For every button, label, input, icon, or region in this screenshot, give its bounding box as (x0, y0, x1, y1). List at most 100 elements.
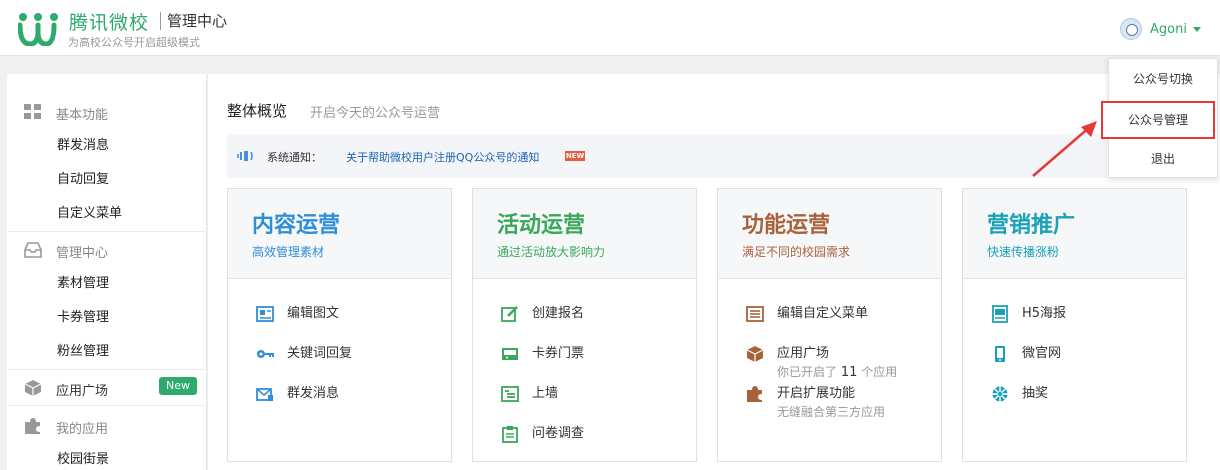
card-title: 营销推广 (987, 213, 1076, 238)
keyword-reply-link[interactable]: 关键词回复 (256, 345, 352, 363)
user-dropdown: 公众号切换 公众号管理 退出 (1101, 58, 1218, 179)
sidebar-section-label: 管理中心 (56, 246, 109, 261)
sidebar-item-materials[interactable]: 素材管理 (57, 267, 109, 301)
ticket-link[interactable]: 卡券门票 (501, 345, 584, 363)
annotation-arrow-icon (1032, 121, 1097, 177)
item-note: 你已开启了 11 个应用 (777, 363, 897, 382)
card-title: 功能运营 (742, 213, 831, 238)
item-label: 上墙 (532, 386, 559, 401)
user-name: Agoni (1150, 21, 1187, 37)
item-label: 编辑自定义菜单 (777, 306, 869, 321)
edit-custom-menu-link[interactable]: 编辑自定义菜单 (746, 305, 868, 323)
sidebar-section-basic[interactable]: 基本功能 (7, 95, 207, 129)
clipboard-icon (502, 426, 518, 443)
puzzle-icon (25, 418, 40, 434)
card-title: 内容运营 (252, 213, 341, 238)
card-marketing: 营销推广 快速传播涨粉 H5海报 微官网 抽奖 (962, 188, 1187, 462)
card-header: 活动运营 通过活动放大影响力 (473, 189, 696, 279)
card-title: 活动运营 (497, 213, 586, 238)
card-header: 功能运营 满足不同的校园需求 (718, 189, 941, 279)
app-plaza-link[interactable]: 应用广场 你已开启了 11 个应用 (746, 345, 897, 382)
brand-name: 腾讯微校 (69, 12, 150, 34)
sidebar-section-manage[interactable]: 管理中心 (7, 233, 207, 267)
divider (7, 405, 207, 406)
item-label: 开启扩展功能 (777, 386, 856, 401)
survey-link[interactable]: 问卷调查 (501, 425, 584, 443)
caret-down-icon (1192, 26, 1201, 32)
key-icon (257, 350, 274, 358)
cube-icon (24, 380, 42, 396)
sidebar-section-my-apps[interactable]: 我的应用 (7, 409, 207, 443)
logo-icon (18, 13, 58, 46)
brand-separator (160, 12, 161, 30)
lottery-link[interactable]: 抽奖 (991, 385, 1048, 403)
sidebar-section-label: 应用广场 (56, 384, 109, 399)
card-header: 营销推广 快速传播涨粉 (963, 189, 1186, 279)
item-label: H5海报 (1022, 306, 1067, 321)
notice-label: 系统通知： (267, 151, 322, 164)
note-prefix: 你已开启了 (777, 365, 838, 379)
create-signup-link[interactable]: 创建报名 (501, 305, 584, 323)
wall-icon (501, 386, 519, 402)
top-header: 腾讯微校 管理中心 为高校公众号开启超级模式 Agoni (0, 0, 1220, 56)
sidebar-item-fans[interactable]: 粉丝管理 (57, 335, 109, 369)
card-subtitle: 通过活动放大影响力 (497, 245, 606, 259)
wheel-icon (992, 386, 1008, 402)
ticket-icon (502, 348, 518, 360)
sidebar-item-campus-street[interactable]: 校园街景 (57, 443, 109, 470)
sidebar: 基本功能 群发消息 自动回复 自定义菜单 管理中心 素材管理 卡券管理 粉丝管理… (7, 74, 207, 470)
item-label: 关键词回复 (287, 346, 353, 361)
app-count: 11 (840, 365, 858, 380)
sidebar-item-custom-menu[interactable]: 自定义菜单 (57, 197, 122, 231)
micro-site-link[interactable]: 微官网 (991, 345, 1061, 363)
sidebar-section-label: 我的应用 (56, 422, 109, 437)
user-menu-toggle[interactable]: Agoni (1120, 16, 1201, 42)
card-subtitle: 高效管理素材 (252, 245, 325, 259)
mail-icon (256, 388, 273, 401)
card-feature-ops: 功能运营 满足不同的校园需求 编辑自定义菜单 应用广场 你已开启了 11 个应用 (717, 188, 942, 462)
divider (7, 231, 207, 232)
brand-subtitle: 管理中心 (167, 12, 228, 30)
logout-item[interactable]: 退出 (1109, 139, 1217, 179)
sidebar-item-auto-reply[interactable]: 自动回复 (57, 163, 109, 197)
grid-icon (24, 104, 41, 119)
inbox-icon (24, 242, 42, 258)
divider (7, 369, 207, 370)
item-label: 问卷调查 (532, 426, 585, 441)
new-badge: New (159, 377, 197, 395)
sidebar-section-app-plaza[interactable]: 应用广场 New (7, 371, 207, 405)
page-title: 整体概览 (227, 102, 288, 120)
box-icon (746, 346, 764, 362)
account-manage-item[interactable]: 公众号管理 (1101, 101, 1215, 139)
speaker-icon (237, 151, 253, 161)
item-label: 微官网 (1022, 346, 1062, 361)
mass-message-link[interactable]: 群发消息 (256, 385, 339, 403)
card-header: 内容运营 高效管理素材 (228, 189, 451, 279)
item-note: 无缝融合第三方应用 (777, 405, 886, 419)
phone-icon (995, 346, 1005, 362)
card-content-ops: 内容运营 高效管理素材 编辑图文 关键词回复 群发消息 (227, 188, 452, 462)
switch-account-item[interactable]: 公众号切换 (1109, 59, 1217, 99)
card-activity-ops: 活动运营 通过活动放大影响力 创建报名 卡券门票 上墙 问卷调查 (472, 188, 697, 462)
avatar (1120, 18, 1142, 40)
h5-poster-link[interactable]: H5海报 (991, 305, 1066, 323)
article-icon (256, 306, 274, 322)
page-subtitle: 开启今天的公众号运营 (310, 106, 441, 121)
item-label: 卡券门票 (532, 346, 585, 361)
new-badge: NEW (565, 151, 585, 161)
poster-icon (992, 305, 1008, 323)
menu-icon (746, 306, 764, 322)
card-subtitle: 快速传播涨粉 (987, 245, 1060, 259)
sidebar-item-mass-message[interactable]: 群发消息 (57, 129, 109, 163)
brand-tagline: 为高校公众号开启超级模式 (68, 36, 200, 49)
edit-article-link[interactable]: 编辑图文 (256, 305, 339, 323)
note-suffix: 个应用 (861, 365, 898, 379)
wall-link[interactable]: 上墙 (501, 385, 558, 403)
item-label: 编辑图文 (287, 306, 340, 321)
extensions-link[interactable]: 开启扩展功能 无缝融合第三方应用 (746, 385, 885, 421)
edit-icon (501, 306, 518, 322)
sidebar-item-coupons[interactable]: 卡券管理 (57, 301, 109, 335)
item-label: 抽奖 (1022, 386, 1049, 401)
notice-link[interactable]: 关于帮助微校用户注册QQ公众号的通知 (346, 149, 539, 165)
puzzle-icon (747, 386, 762, 402)
